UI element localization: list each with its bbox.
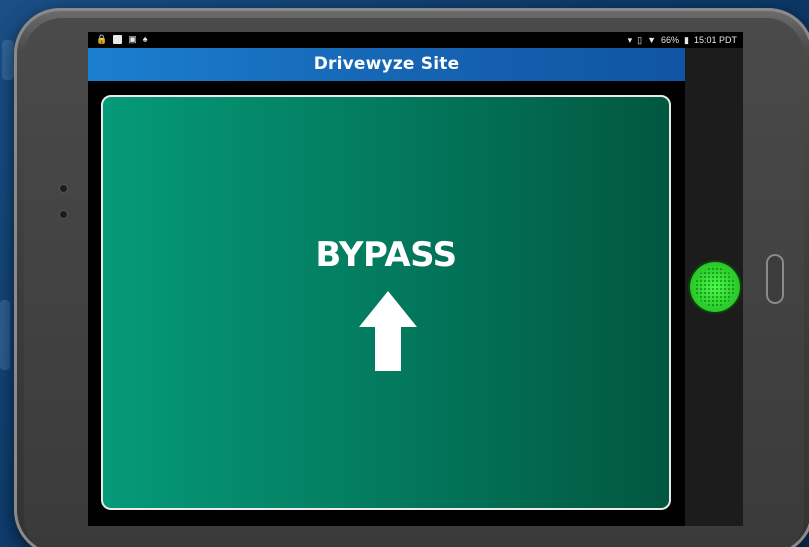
tablet-screen: 🔒 ▣ ♠ ▾ ▯ ▼ 66% ▮ 15:01 PDT Drivewyze Si…	[88, 32, 743, 526]
camera-sensor	[60, 185, 67, 192]
status-bar-notifications: 🔒 ▣ ♠	[96, 34, 148, 45]
android-icon: ♠	[142, 34, 148, 44]
clock: 15:01 PDT	[693, 35, 737, 45]
battery-icon: ▮	[684, 35, 689, 45]
vibrate-icon: ▯	[637, 35, 643, 45]
bypass-label: BYPASS	[315, 235, 457, 275]
wifi-icon: ▼	[647, 35, 656, 45]
camera-lens	[60, 211, 67, 218]
battery-percent: 66%	[661, 35, 680, 45]
lock-icon: 🔒	[96, 34, 108, 44]
app-title: Drivewyze Site	[313, 54, 460, 74]
notification-icon	[113, 35, 123, 44]
app-bar: Drivewyze Site	[88, 48, 685, 81]
arrow-up-icon	[359, 291, 417, 371]
status-bar: 🔒 ▣ ♠ ▾ ▯ ▼ 66% ▮ 15:01 PDT	[88, 32, 743, 48]
background-fleck	[2, 40, 14, 80]
image-icon: ▣	[128, 34, 137, 44]
location-icon: ▾	[627, 35, 633, 45]
home-button[interactable]	[766, 254, 784, 304]
status-bar-system: ▾ ▯ ▼ 66% ▮ 15:01 PDT	[628, 34, 737, 46]
background-fleck	[0, 300, 10, 370]
status-light	[690, 262, 740, 312]
bypass-card: BYPASS	[101, 95, 671, 510]
